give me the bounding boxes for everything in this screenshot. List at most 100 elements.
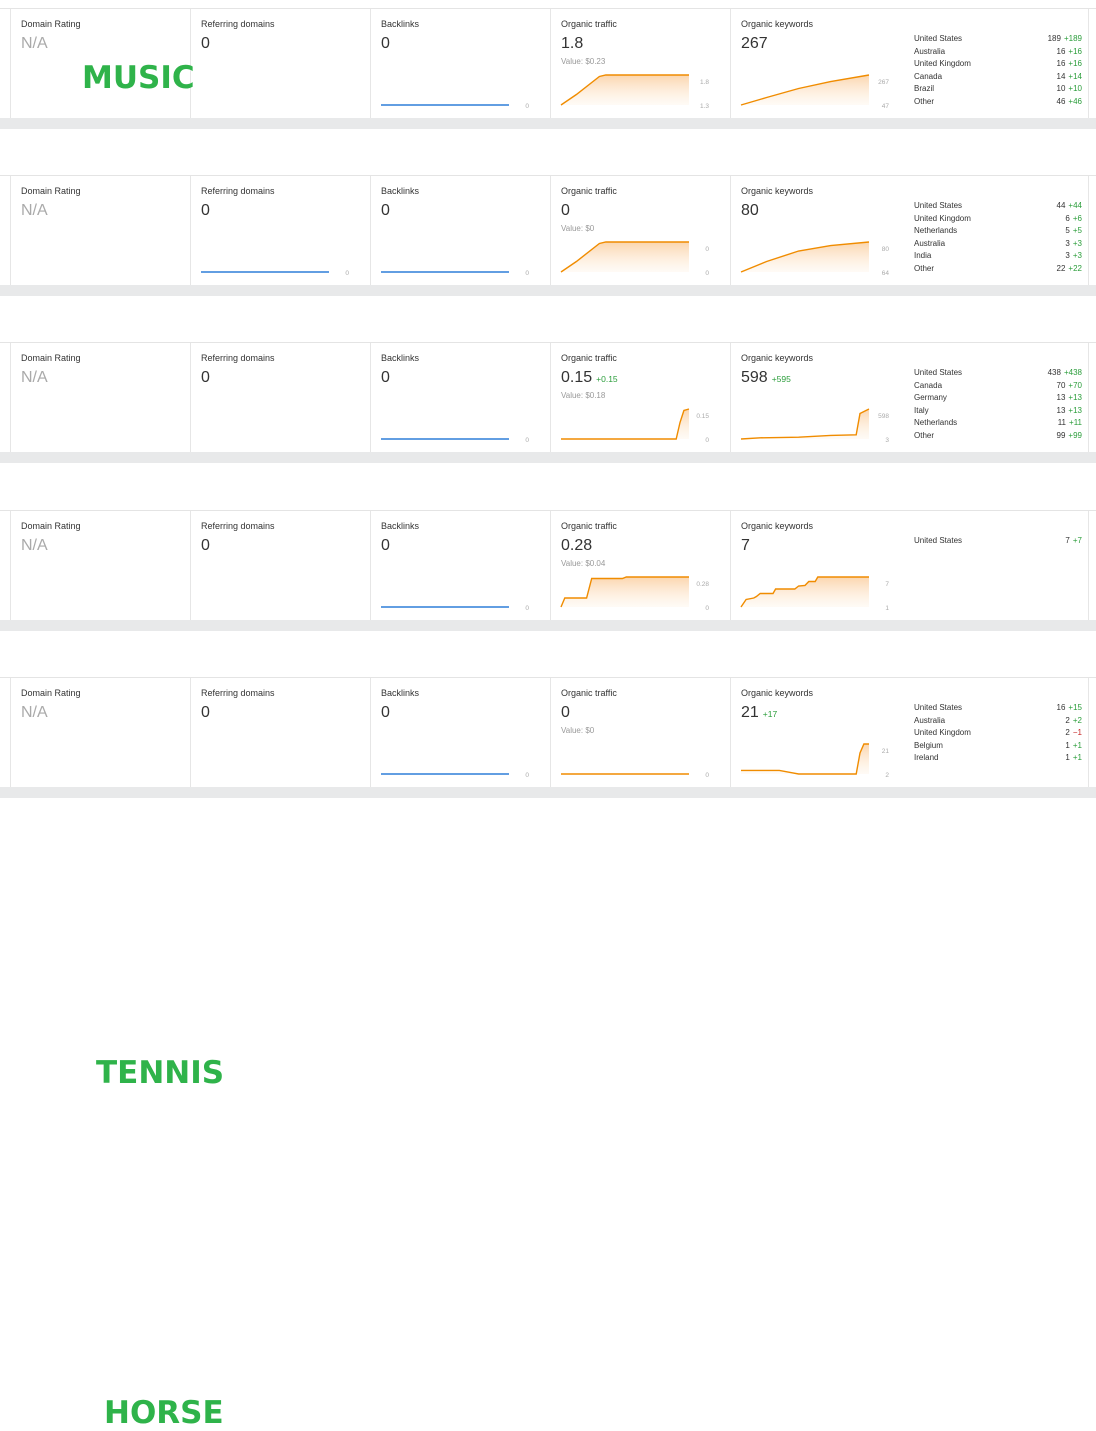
country-row[interactable]: United States 44 +44	[914, 200, 1082, 213]
country-count: 5 +5	[1065, 225, 1082, 238]
country-row[interactable]: United States 189 +189	[914, 33, 1082, 46]
niche-overlay-label: TENNIS	[96, 1055, 225, 1091]
organic_keywords-sparkline: 598 3	[740, 408, 889, 444]
country-keyword-count: 13	[1056, 393, 1066, 403]
country-row[interactable]: Other 99 +99	[914, 430, 1082, 443]
country-row[interactable]: India 3 +3	[914, 250, 1082, 263]
domain-rating-metric[interactable]: Domain Rating N/A	[10, 678, 190, 788]
country-delta: +70	[1068, 380, 1082, 390]
country-name: United Kingdom	[914, 59, 971, 69]
country-delta: +1	[1072, 753, 1082, 763]
metric-label: Organic traffic	[561, 186, 617, 196]
country-row[interactable]: Canada 14 +14	[914, 71, 1082, 84]
country-row[interactable]: Italy 13 +13	[914, 405, 1082, 418]
country-delta: +14	[1068, 71, 1082, 81]
row-divider	[0, 452, 1096, 463]
referring-domains-metric[interactable]: Referring domains 0	[190, 9, 370, 119]
country-row[interactable]: Brazil 10 +10	[914, 83, 1082, 96]
organic-traffic-metric[interactable]: Organic traffic 0 Value: $0 0	[550, 678, 730, 788]
country-count: 70 +70	[1057, 380, 1082, 393]
organic_keywords-sparkline: 21 2	[741, 743, 889, 779]
metric-value-number: 7	[741, 537, 750, 554]
metric-label: Domain Rating	[21, 186, 81, 196]
metric-value-number: 0	[201, 369, 210, 386]
referring-domains-metric[interactable]: Referring domains 0	[190, 343, 370, 453]
country-row[interactable]: Australia 2 +2	[914, 715, 1082, 728]
backlinks-metric[interactable]: Backlinks 0 0	[370, 343, 550, 453]
country-keyword-count: 7	[1065, 536, 1070, 545]
backlinks-sparkline: 0	[381, 437, 529, 444]
country-delta: +3	[1072, 238, 1082, 248]
backlinks-metric[interactable]: Backlinks 0 0	[370, 9, 550, 119]
country-count: 1 +1	[1065, 752, 1082, 765]
organic-traffic-metric[interactable]: Organic traffic 1.8 Value: $0.23 1.8 1.3	[550, 9, 730, 119]
country-delta: +3	[1072, 251, 1082, 261]
backlinks-metric[interactable]: Backlinks 0 0	[370, 511, 550, 621]
country-breakdown-list: United States 7 +7	[914, 535, 1082, 548]
metric-label: Referring domains	[201, 521, 275, 531]
metrics-panel: Domain Rating N/A Referring domains 0 0 Backl…	[0, 175, 1096, 286]
referring-domains-metric[interactable]: Referring domains 0 0	[190, 176, 370, 286]
metric-label: Referring domains	[201, 353, 275, 363]
country-row[interactable]: Australia 3 +3	[914, 238, 1082, 251]
country-row[interactable]: United States 438 +438	[914, 367, 1082, 380]
organic-keywords-metric[interactable]: Organic keywords 267 267 47	[730, 9, 910, 119]
referring-domains-metric[interactable]: Referring domains 0	[190, 678, 370, 788]
country-count: 7 +7	[1065, 535, 1082, 548]
country-keyword-count: 16	[1056, 703, 1066, 712]
metric-value: 0	[201, 704, 210, 722]
country-row[interactable]: Australia 16 +16	[914, 46, 1082, 59]
country-name: United States	[914, 34, 963, 43]
organic-keywords-metric[interactable]: Organic keywords 7 7 1	[730, 511, 910, 621]
country-delta: +13	[1068, 393, 1082, 403]
organic_traffic-area	[561, 409, 689, 439]
country-row[interactable]: United Kingdom 16 +16	[914, 58, 1082, 71]
country-count: 1 +1	[1065, 740, 1082, 753]
axis-min-label: 0	[705, 772, 709, 779]
metric-value-number: 0	[201, 704, 210, 721]
metric-value: 0	[201, 35, 210, 53]
country-keyword-count: 1	[1065, 753, 1070, 763]
domain-rating-metric[interactable]: Domain Rating N/A	[10, 343, 190, 453]
country-name: United States	[914, 201, 963, 210]
metric-value: N/A	[21, 202, 48, 220]
organic-traffic-metric[interactable]: Organic traffic 0.15 +0.15 Value: $0.18 0.15…	[550, 343, 730, 453]
backlinks-metric[interactable]: Backlinks 0 0	[370, 678, 550, 788]
organic-keywords-metric[interactable]: Organic keywords 80 80 64	[730, 176, 910, 286]
domain-rating-metric[interactable]: Domain Rating N/A	[10, 511, 190, 621]
row-divider	[0, 285, 1096, 296]
organic_keywords-sparkline: 71	[740, 576, 889, 612]
country-row[interactable]: United States 7 +7	[914, 535, 1082, 548]
country-name: United States	[914, 703, 963, 712]
country-row[interactable]: Other 46 +46	[914, 96, 1082, 109]
countries-column-divider	[1088, 176, 1090, 286]
organic-traffic-metric[interactable]: Organic traffic 0 Value: $0 0 0	[550, 176, 730, 286]
referring-domains-metric[interactable]: Referring domains 0	[190, 511, 370, 621]
domain-rating-metric[interactable]: Domain Rating N/A	[10, 176, 190, 286]
country-row[interactable]: Netherlands 11 +11	[914, 417, 1082, 430]
country-row[interactable]: United Kingdom 2 −1	[914, 727, 1082, 740]
organic-traffic-metric[interactable]: Organic traffic 0.28 Value: $0.04 0.28 0	[550, 511, 730, 621]
country-row[interactable]: Germany 13 +13	[914, 392, 1082, 405]
country-keyword-count: 5	[1065, 226, 1070, 236]
metric-value: 598 +595	[741, 369, 791, 387]
organic-keywords-metric[interactable]: Organic keywords 598 +595 598 3	[730, 343, 910, 453]
metric-value: 1.8	[561, 35, 583, 53]
backlinks-metric[interactable]: Backlinks 0 0	[370, 176, 550, 286]
country-keyword-count: 2	[1065, 728, 1070, 738]
country-row[interactable]: Other 22 +22	[914, 263, 1082, 276]
metric-label: Organic keywords	[741, 353, 814, 363]
country-keyword-count: 11	[1057, 418, 1067, 428]
country-row[interactable]: United States 16 +15	[914, 702, 1082, 715]
organic-keywords-metric[interactable]: Organic keywords 21 +17 21 2	[730, 678, 910, 788]
country-row[interactable]: Canada 70 +70	[914, 380, 1082, 393]
metric-value-number: 0.28	[561, 537, 593, 554]
country-row[interactable]: Belgium 1 +1	[914, 740, 1082, 753]
country-row[interactable]: Ireland 1 +1	[914, 752, 1082, 765]
metric-label: Backlinks	[381, 19, 420, 29]
site-metrics-row: Domain Rating N/A Referring domains 0 Backli…	[0, 510, 1096, 1091]
country-row[interactable]: Netherlands 5 +5	[914, 225, 1082, 238]
metric-value-number: N/A	[21, 537, 48, 554]
metric-label: Backlinks	[381, 353, 420, 363]
country-row[interactable]: United Kingdom 6 +6	[914, 213, 1082, 226]
